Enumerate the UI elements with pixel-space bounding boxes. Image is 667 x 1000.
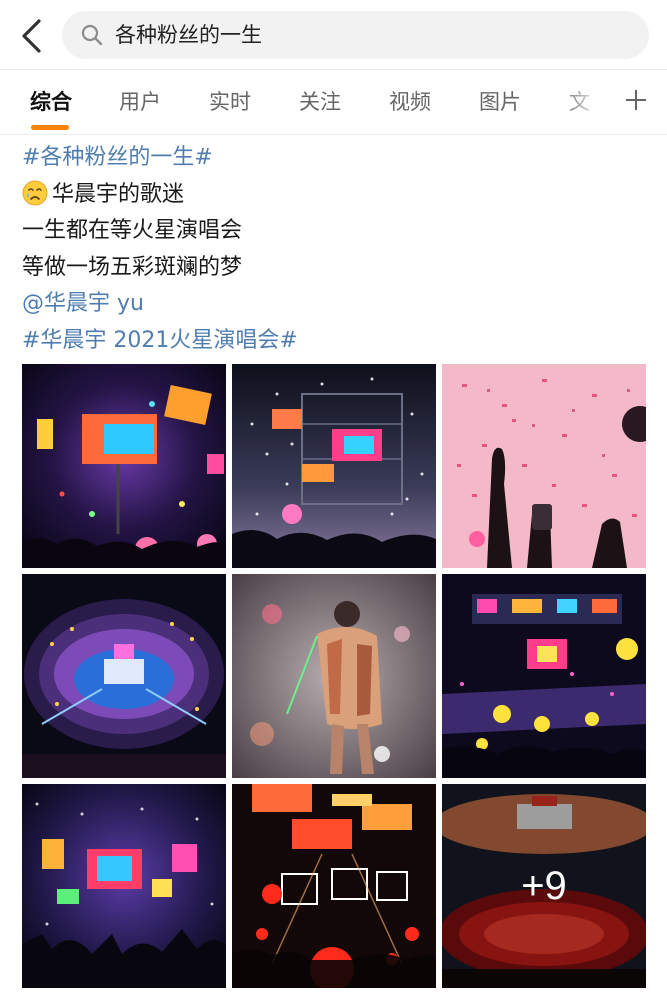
mention-link[interactable]: @华晨宇 yu [22, 291, 144, 316]
tab-images[interactable]: 图片 [479, 88, 521, 116]
pink-confetti-image [442, 364, 646, 568]
stadium-aerial-image [22, 574, 226, 778]
post-line-3: 等做一场五彩斑斓的梦 [22, 254, 243, 280]
image-thumbnail-3[interactable] [442, 364, 646, 568]
image-thumbnail-1[interactable] [22, 364, 226, 568]
more-images-overlay[interactable]: +9 [442, 784, 646, 988]
tab-comprehensive[interactable]: 综合 [30, 88, 72, 116]
image-thumbnail-7[interactable] [22, 784, 226, 988]
singer-performing-image [232, 574, 436, 778]
topic-tag-link[interactable]: #各种粉丝的一生# [22, 145, 213, 170]
add-tab-button[interactable] [618, 82, 654, 118]
post-line-1: 华晨宇的歌迷 [52, 181, 185, 207]
stage-red-lights-image [232, 784, 436, 988]
crying-face-emoji-icon [22, 180, 48, 205]
tab-users[interactable]: 用户 [119, 88, 161, 116]
tabs-fade [560, 70, 610, 134]
image-thumbnail-9[interactable]: +9 [442, 784, 646, 988]
concert-tag-link[interactable]: #华晨宇 2021火星演唱会# [22, 328, 298, 353]
search-query[interactable]: 各种粉丝的一生 [115, 22, 262, 48]
active-tab-indicator [31, 125, 69, 130]
search-input[interactable]: 各种粉丝的一生 [62, 11, 649, 59]
post-line-2: 一生都在等火星演唱会 [22, 218, 243, 243]
stage-crowd-image [22, 784, 226, 988]
plus-icon [626, 90, 646, 110]
back-button[interactable] [14, 16, 48, 56]
post-body: #各种粉丝的一生# 华晨宇的歌迷 一生都在等火星演唱会 等做一场五彩斑斓的梦 @… [22, 140, 642, 359]
more-images-count: +9 [521, 863, 567, 908]
magnifier-icon [81, 24, 103, 46]
tabs-divider [0, 134, 667, 135]
tab-realtime[interactable]: 实时 [209, 88, 251, 116]
stage-orange-lights-image [442, 574, 646, 778]
tab-video[interactable]: 视频 [389, 88, 431, 116]
image-thumbnail-2[interactable] [232, 364, 436, 568]
image-thumbnail-5[interactable] [232, 574, 436, 778]
top-bar: 各种粉丝的一生 [0, 0, 667, 70]
stage-confetti-image [232, 364, 436, 568]
image-thumbnail-6[interactable] [442, 574, 646, 778]
stage-screens-image [22, 364, 226, 568]
result-tabs: 综合 用户 实时 关注 视频 图片 文 [0, 70, 667, 134]
image-grid: +9 [22, 364, 646, 988]
image-thumbnail-8[interactable] [232, 784, 436, 988]
tab-following[interactable]: 关注 [299, 88, 341, 116]
chevron-left-icon [22, 19, 41, 53]
image-thumbnail-4[interactable] [22, 574, 226, 778]
